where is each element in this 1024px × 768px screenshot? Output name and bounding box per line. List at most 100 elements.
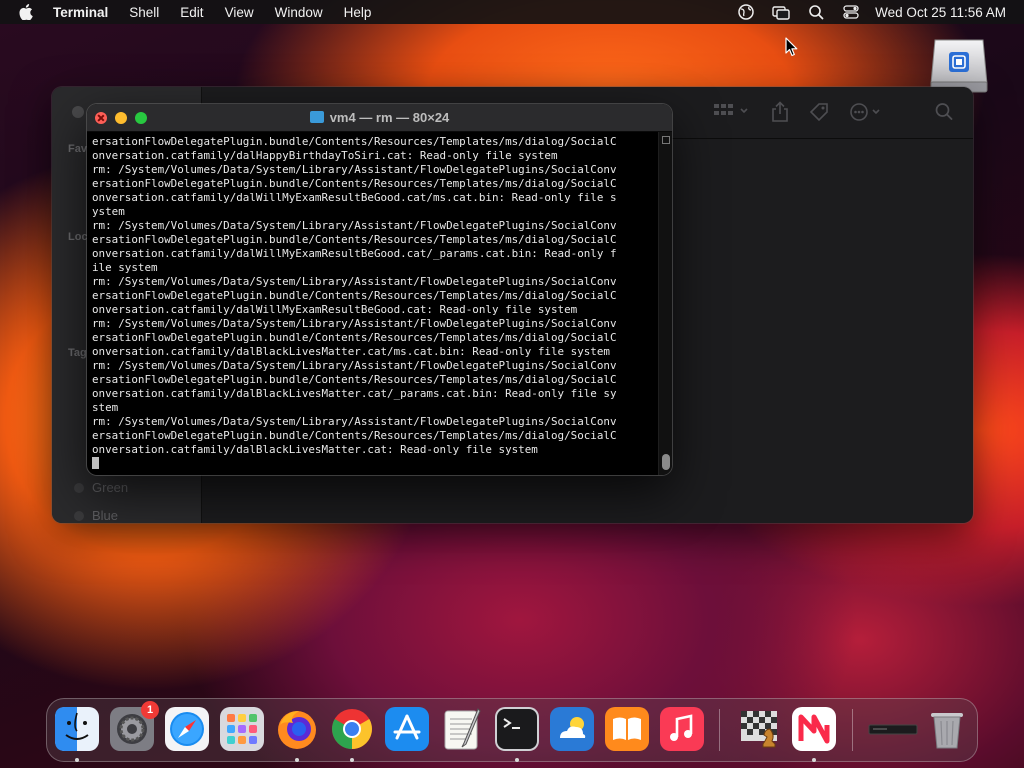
terminal-line: rm: /System/Volumes/Data/System/Library/… — [92, 219, 617, 232]
dock-launchpad[interactable] — [220, 707, 264, 751]
terminal-line: ersationFlowDelegatePlugin.bundle/Conten… — [92, 331, 617, 344]
sidebar-tag-green[interactable]: Green — [74, 480, 128, 495]
dock-separator — [719, 709, 720, 751]
terminal-line: rm: /System/Volumes/Data/System/Library/… — [92, 359, 617, 372]
menu-view[interactable]: View — [225, 5, 254, 20]
dock-news[interactable] — [792, 707, 836, 751]
dock-textedit[interactable] — [440, 707, 484, 751]
dock-chess[interactable] — [737, 707, 781, 751]
terminal-icon — [495, 707, 539, 751]
menu-app-terminal[interactable]: Terminal — [53, 5, 108, 20]
window-title: vm4 — rm — 80×24 — [87, 110, 672, 125]
text-cursor — [92, 457, 99, 469]
tag-color-dot — [74, 510, 84, 521]
dock: 1 — [46, 698, 978, 762]
terminal-line: onversation.catfamily/dalBlackLivesMatte… — [92, 387, 617, 400]
vpn-globe-icon[interactable] — [737, 4, 755, 20]
share-icon[interactable] — [770, 101, 790, 123]
terminal-line: rm: /System/Volumes/Data/System/Library/… — [92, 163, 617, 176]
menu-help[interactable]: Help — [344, 5, 372, 20]
dock-minimized-window[interactable] — [867, 707, 919, 751]
scrollbar-button[interactable] — [662, 136, 670, 144]
running-indicator — [515, 758, 519, 762]
dock-terminal[interactable] — [495, 707, 539, 751]
tag-label: Blue — [92, 508, 119, 523]
disk-drive-icon[interactable] — [929, 36, 989, 94]
terminal-window[interactable]: vm4 — rm — 80×24 ersationFlowDelegatePlu… — [87, 104, 672, 475]
tag-color-dot — [74, 482, 84, 493]
window-title-text: vm4 — rm — 80×24 — [329, 110, 450, 125]
trash-icon — [931, 713, 963, 749]
menu-window[interactable]: Window — [275, 5, 323, 20]
safari-icon — [165, 707, 209, 751]
menu-bar-clock[interactable]: Wed Oct 25 11:56 AM — [875, 5, 1006, 20]
firefox-icon — [278, 711, 316, 749]
terminal-line: onversation.catfamily/dalWillMyExamResul… — [92, 247, 617, 260]
sidebar-section-locations: Loc — [68, 231, 88, 243]
terminal-line: onversation.catfamily/dalWillMyExamResul… — [92, 303, 578, 316]
terminal-line: ystem — [92, 205, 125, 218]
terminal-line: rm: /System/Volumes/Data/System/Library/… — [92, 415, 617, 428]
menu-bar: Terminal Shell Edit View Window Help Wed… — [0, 0, 1024, 24]
running-indicator — [350, 758, 354, 762]
sidebar-tag-blue[interactable]: Blue — [74, 508, 118, 523]
finder-traffic-light[interactable] — [72, 106, 84, 118]
dock-separator — [852, 709, 853, 751]
terminal-scrollbar[interactable] — [658, 132, 672, 475]
terminal-line: stem — [92, 401, 119, 414]
more-actions-icon[interactable] — [849, 101, 885, 123]
finder-icon — [55, 707, 99, 751]
scrollbar-thumb[interactable] — [662, 454, 670, 470]
terminal-line: ersationFlowDelegatePlugin.bundle/Conten… — [92, 233, 617, 246]
chrome-icon — [332, 709, 372, 749]
dock-finder[interactable] — [55, 707, 99, 751]
menu-edit[interactable]: Edit — [180, 5, 203, 20]
tag-label: Green — [92, 480, 129, 495]
terminal-line: ersationFlowDelegatePlugin.bundle/Conten… — [92, 135, 617, 148]
terminal-line: rm: /System/Volumes/Data/System/Library/… — [92, 275, 617, 288]
display-mirror-icon[interactable] — [772, 4, 790, 20]
minimized-window-icon — [868, 724, 918, 735]
menu-shell[interactable]: Shell — [129, 5, 159, 20]
launchpad-icon — [220, 707, 264, 751]
dock-app-store[interactable] — [385, 707, 429, 751]
mouse-pointer-icon — [785, 37, 799, 57]
sidebar-section-tags: Tag — [68, 347, 87, 359]
search-icon[interactable] — [934, 101, 954, 123]
dock-trash[interactable] — [925, 707, 969, 751]
terminal-line: ersationFlowDelegatePlugin.bundle/Conten… — [92, 289, 617, 302]
dock-firefox[interactable] — [275, 707, 319, 751]
terminal-line: ersationFlowDelegatePlugin.bundle/Conten… — [92, 373, 617, 386]
dock-safari[interactable] — [165, 707, 209, 751]
news-icon — [792, 707, 836, 751]
tag-icon[interactable] — [808, 101, 830, 123]
menu-bar-extras: Wed Oct 25 11:56 AM — [720, 0, 1006, 24]
notification-badge: 1 — [141, 701, 159, 719]
terminal-titlebar[interactable]: vm4 — rm — 80×24 — [87, 104, 672, 132]
control-center-icon[interactable] — [842, 4, 860, 20]
music-icon — [660, 707, 704, 751]
dock-books[interactable] — [605, 707, 649, 751]
app-store-icon — [385, 707, 429, 751]
textedit-icon — [444, 708, 481, 750]
terminal-prompt-line — [92, 457, 656, 471]
terminal-line: ile system — [92, 261, 158, 274]
spotlight-search-icon[interactable] — [807, 4, 825, 20]
running-indicator — [812, 758, 816, 762]
terminal-line: rm: /System/Volumes/Data/System/Library/… — [92, 317, 617, 330]
terminal-line: ersationFlowDelegatePlugin.bundle/Conten… — [92, 429, 617, 442]
terminal-line: onversation.catfamily/dalBlackLivesMatte… — [92, 443, 538, 456]
folder-icon — [309, 111, 324, 123]
sidebar-section-favorites: Fav — [68, 143, 87, 155]
terminal-line: onversation.catfamily/dalHappyBirthdayTo… — [92, 149, 558, 162]
dock-music[interactable] — [660, 707, 704, 751]
apple-menu-icon[interactable] — [19, 4, 33, 21]
chess-icon — [741, 711, 777, 748]
running-indicator — [75, 758, 79, 762]
dock-chrome[interactable] — [330, 707, 374, 751]
view-options-icon[interactable] — [712, 101, 752, 123]
dock-weather[interactable] — [550, 707, 594, 751]
terminal-output[interactable]: ersationFlowDelegatePlugin.bundle/Conten… — [92, 135, 656, 471]
running-indicator — [295, 758, 299, 762]
books-icon — [605, 707, 649, 751]
